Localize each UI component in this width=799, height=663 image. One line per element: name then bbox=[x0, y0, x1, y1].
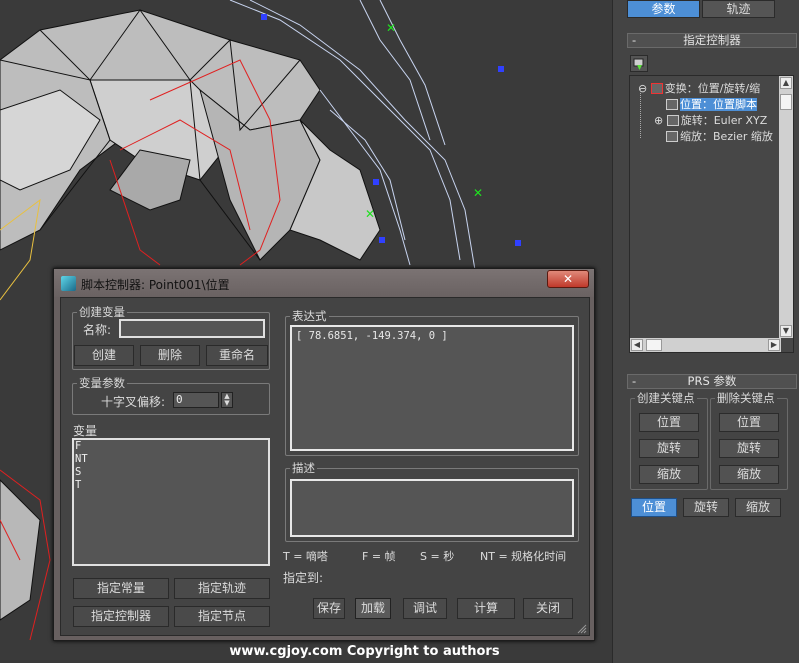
point-marker[interactable] bbox=[373, 179, 379, 185]
expression-textarea[interactable]: [ 78.6851, -149.374, 0 ] bbox=[290, 325, 574, 451]
point-marker[interactable] bbox=[261, 14, 267, 20]
list-item[interactable]: S bbox=[75, 466, 267, 479]
assign-controller-button[interactable] bbox=[630, 55, 648, 72]
legend-ticks: T = 嘀嗒 bbox=[283, 550, 328, 563]
delete-rotation-key-button[interactable]: 旋转 bbox=[719, 439, 779, 458]
tab-params[interactable]: 参数 bbox=[627, 0, 700, 18]
rotation-icon bbox=[666, 115, 679, 126]
expand-node-icon[interactable]: ⊕ bbox=[654, 114, 663, 127]
assign-controller-icon bbox=[633, 58, 644, 70]
create-button[interactable]: 创建 bbox=[74, 345, 134, 366]
evaluate-button[interactable]: 计算 bbox=[457, 598, 515, 619]
app-icon bbox=[61, 276, 76, 291]
delete-key-label: 删除关键点 bbox=[715, 391, 777, 405]
tree-item-position[interactable]: 位置：位置脚本 bbox=[666, 96, 757, 112]
assign-to-label: 指定到: bbox=[283, 571, 324, 585]
scroll-up-arrow-icon[interactable]: ▲ bbox=[780, 77, 792, 89]
dialog-titlebar[interactable]: 脚本控制器: Point001\位置 ✕ bbox=[54, 269, 594, 297]
assign-node-button[interactable]: 指定节点 bbox=[174, 606, 270, 627]
close-dialog-button[interactable]: 关闭 bbox=[523, 598, 573, 619]
point-marker[interactable] bbox=[515, 240, 521, 246]
create-rotation-key-button[interactable]: 旋转 bbox=[639, 439, 699, 458]
svg-text:✕: ✕ bbox=[365, 207, 375, 221]
tree-item-transform[interactable]: ⊖ 变换：位置/旋转/缩 bbox=[638, 80, 760, 96]
assign-track-button[interactable]: 指定轨迹 bbox=[174, 578, 270, 599]
collapse-icon: - bbox=[632, 33, 637, 47]
assign-constant-button[interactable]: 指定常量 bbox=[73, 578, 169, 599]
prs-rollout-header[interactable]: - PRS 参数 bbox=[627, 374, 797, 389]
variables-list[interactable]: F NT S T bbox=[72, 438, 270, 566]
assign-controller-title: 指定控制器 bbox=[683, 33, 741, 47]
script-controller-dialog: 脚本控制器: Point001\位置 ✕ 创建变量 名称: 创建 删除 重命名 … bbox=[53, 268, 595, 641]
scroll-down-arrow-icon[interactable]: ▼ bbox=[780, 325, 792, 337]
scroll-thumb[interactable] bbox=[780, 94, 792, 110]
variables-label: 变量 bbox=[73, 424, 98, 438]
create-variable-label: 创建变量 bbox=[77, 305, 127, 319]
delete-key-group: 删除关键点 位置 旋转 缩放 bbox=[710, 392, 788, 490]
delete-scale-key-button[interactable]: 缩放 bbox=[719, 465, 779, 484]
delete-position-key-button[interactable]: 位置 bbox=[719, 413, 779, 432]
rename-button[interactable]: 重命名 bbox=[206, 345, 268, 366]
description-group: 描述 bbox=[285, 462, 579, 542]
debug-button[interactable]: 调试 bbox=[403, 598, 447, 619]
scale-icon bbox=[666, 131, 678, 142]
create-variable-group: 创建变量 名称: 创建 删除 重命名 bbox=[72, 306, 270, 370]
list-item[interactable]: T bbox=[75, 479, 267, 492]
create-key-label: 创建关键点 bbox=[635, 391, 697, 405]
save-button[interactable]: 保存 bbox=[313, 598, 345, 619]
description-label: 描述 bbox=[290, 461, 317, 475]
transform-icon bbox=[650, 83, 663, 94]
horizontal-scroll-thumb[interactable] bbox=[646, 339, 662, 351]
tree-horizontal-scrollbar[interactable]: ◀ ▶ bbox=[630, 338, 781, 352]
collapse-icon: - bbox=[632, 374, 637, 388]
name-input[interactable] bbox=[119, 319, 265, 338]
name-label: 名称: bbox=[83, 323, 112, 337]
panel-tabs: 参数 轨迹 bbox=[627, 0, 777, 18]
tree-item-rotation[interactable]: ⊕ 旋转：Euler XYZ bbox=[654, 112, 767, 128]
tab-trajectory[interactable]: 轨迹 bbox=[702, 0, 775, 18]
dialog-client: 创建变量 名称: 创建 删除 重命名 变量参数 十字叉偏移: 0 ▲ ▼ 变量 … bbox=[60, 297, 590, 636]
offset-input[interactable]: 0 bbox=[173, 392, 219, 408]
offset-spinner[interactable]: ▲ ▼ bbox=[221, 392, 233, 408]
svg-text:✕: ✕ bbox=[386, 21, 396, 35]
tree-vertical-scrollbar[interactable]: ▲ ▼ bbox=[779, 76, 793, 338]
offset-label: 十字叉偏移: bbox=[101, 395, 166, 409]
mode-rotation-button[interactable]: 旋转 bbox=[683, 498, 729, 517]
variable-params-label: 变量参数 bbox=[77, 376, 127, 390]
controller-tree[interactable]: ⊖ 变换：位置/旋转/缩 位置：位置脚本 ⊕ 旋转：Euler XYZ 缩放：B… bbox=[629, 75, 794, 353]
scroll-right-arrow-icon[interactable]: ▶ bbox=[768, 339, 780, 351]
tree-item-scale[interactable]: 缩放：Bezier 缩放 bbox=[666, 128, 773, 144]
close-button[interactable]: ✕ bbox=[547, 270, 589, 288]
delete-button[interactable]: 删除 bbox=[140, 345, 200, 366]
legend-seconds: S = 秒 bbox=[420, 550, 455, 563]
list-item[interactable]: F bbox=[75, 440, 267, 453]
create-position-key-button[interactable]: 位置 bbox=[639, 413, 699, 432]
create-key-group: 创建关键点 位置 旋转 缩放 bbox=[630, 392, 708, 490]
point-marker[interactable] bbox=[379, 237, 385, 243]
assign-controller-dialog-button[interactable]: 指定控制器 bbox=[73, 606, 169, 627]
point-marker[interactable] bbox=[498, 66, 504, 72]
command-panel: 参数 轨迹 - 指定控制器 ⊖ 变换：位置/旋转/缩 位置：位置脚本 ⊕ 旋转：… bbox=[612, 0, 799, 663]
dialog-title: 脚本控制器: Point001\位置 bbox=[81, 278, 230, 292]
resize-grip-icon[interactable] bbox=[577, 623, 587, 634]
svg-text:✕: ✕ bbox=[473, 186, 483, 200]
mode-scale-button[interactable]: 缩放 bbox=[735, 498, 781, 517]
legend-frames: F = 帧 bbox=[362, 550, 396, 563]
scroll-left-arrow-icon[interactable]: ◀ bbox=[631, 339, 643, 351]
tree-connector bbox=[640, 88, 641, 138]
watermark: www.cgjoy.com Copyright to authors bbox=[229, 644, 500, 659]
legend-normalized-time: NT = 规格化时间 bbox=[480, 550, 567, 563]
list-item[interactable]: NT bbox=[75, 453, 267, 466]
prs-title: PRS 参数 bbox=[687, 374, 737, 388]
assign-controller-rollout-header[interactable]: - 指定控制器 bbox=[627, 33, 797, 48]
expression-label: 表达式 bbox=[290, 309, 329, 323]
expression-group: 表达式 [ 78.6851, -149.374, 0 ] bbox=[285, 310, 579, 456]
create-scale-key-button[interactable]: 缩放 bbox=[639, 465, 699, 484]
position-icon bbox=[666, 99, 678, 110]
variable-params-group: 变量参数 十字叉偏移: 0 ▲ ▼ bbox=[72, 377, 270, 415]
description-textarea[interactable] bbox=[290, 479, 574, 537]
load-button[interactable]: 加载 bbox=[355, 598, 391, 619]
mode-position-button[interactable]: 位置 bbox=[631, 498, 677, 517]
spinner-down-icon[interactable]: ▼ bbox=[222, 400, 232, 407]
